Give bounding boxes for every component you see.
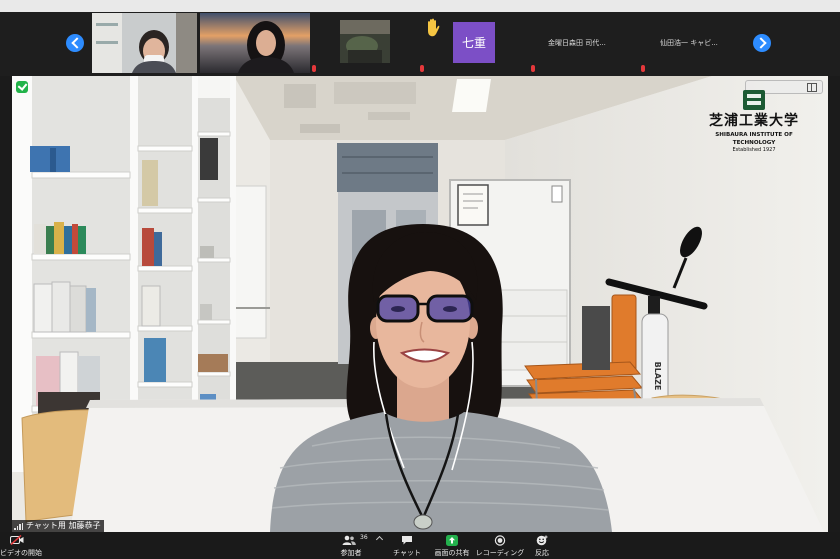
chevron-right-icon [755, 37, 767, 49]
gallery-strip: 七重 金曜日森田 司代... 仙田浩一 キャビ... [0, 12, 840, 76]
gallery-next-button[interactable] [753, 34, 771, 52]
muted-mic-icon [531, 65, 535, 72]
logo-english-name: SHIBAURA INSTITUTE OF TECHNOLOGY [715, 132, 793, 146]
chevron-left-icon [71, 37, 83, 49]
video-off-icon [10, 535, 24, 545]
university-emblem-icon [743, 90, 765, 110]
participant-tile-4[interactable]: 七重 [420, 13, 530, 73]
muted-mic-icon [641, 65, 645, 72]
participant-tile-1[interactable] [92, 13, 197, 73]
participant-name: 金曜日森田 司代... [548, 39, 606, 47]
university-logo: 芝浦工業大学 SHIBAURA INSTITUTE OF TECHNOLOGY … [694, 90, 814, 154]
logo-japanese-name: 芝浦工業大学 [709, 113, 799, 129]
speaker-video: BLAZE 芝浦工業大学 SHIBAURA INSTITUTE OF TECHN… [12, 76, 828, 532]
speaker-name: チャット用 加藤恭子 [26, 521, 101, 530]
signal-strength-icon [14, 522, 23, 530]
raised-hand-icon [428, 18, 440, 37]
participants-label: 参加者 [340, 549, 362, 557]
participant-video-3 [340, 20, 390, 63]
meeting-toolbar: ビデオの開始 36 参加者 チャット 画面の共有 レコーディング 反応 [0, 532, 840, 559]
record-icon [494, 535, 506, 546]
window-top-edge [0, 0, 840, 12]
chat-icon [402, 536, 412, 545]
logo-established: Established 1927 [732, 147, 776, 153]
participant-tile-3[interactable] [310, 13, 420, 73]
participant-tile-6[interactable]: 仙田浩一 キャビ... [640, 13, 750, 73]
share-screen-icon [446, 535, 458, 546]
start-video-button[interactable]: ビデオの開始 [0, 534, 44, 559]
reactions-label: 反応 [535, 549, 549, 557]
scooter-brand-text: BLAZE [653, 362, 662, 391]
gallery-prev-button[interactable] [66, 34, 84, 52]
muted-mic-icon [312, 65, 316, 72]
participant-avatar: 七重 [453, 22, 495, 63]
participants-button[interactable]: 36 参加者 [325, 534, 384, 559]
speaker-name-label: チャット用 加藤恭子 [12, 520, 105, 532]
participant-name: 仙田浩一 キャビ... [660, 39, 718, 47]
reactions-smiley-icon [536, 535, 548, 546]
security-shield-icon[interactable] [16, 81, 28, 93]
participant-video-2 [200, 13, 310, 73]
reactions-button[interactable]: 反応 [514, 534, 570, 559]
participant-tile-2[interactable] [200, 13, 310, 73]
participant-video-1 [92, 13, 197, 73]
participants-icon [342, 535, 356, 545]
participants-count: 36 [360, 534, 368, 541]
start-video-label: ビデオの開始 [0, 549, 42, 557]
muted-mic-icon [420, 65, 424, 72]
participant-tile-5[interactable]: 金曜日森田 司代... [530, 13, 640, 73]
